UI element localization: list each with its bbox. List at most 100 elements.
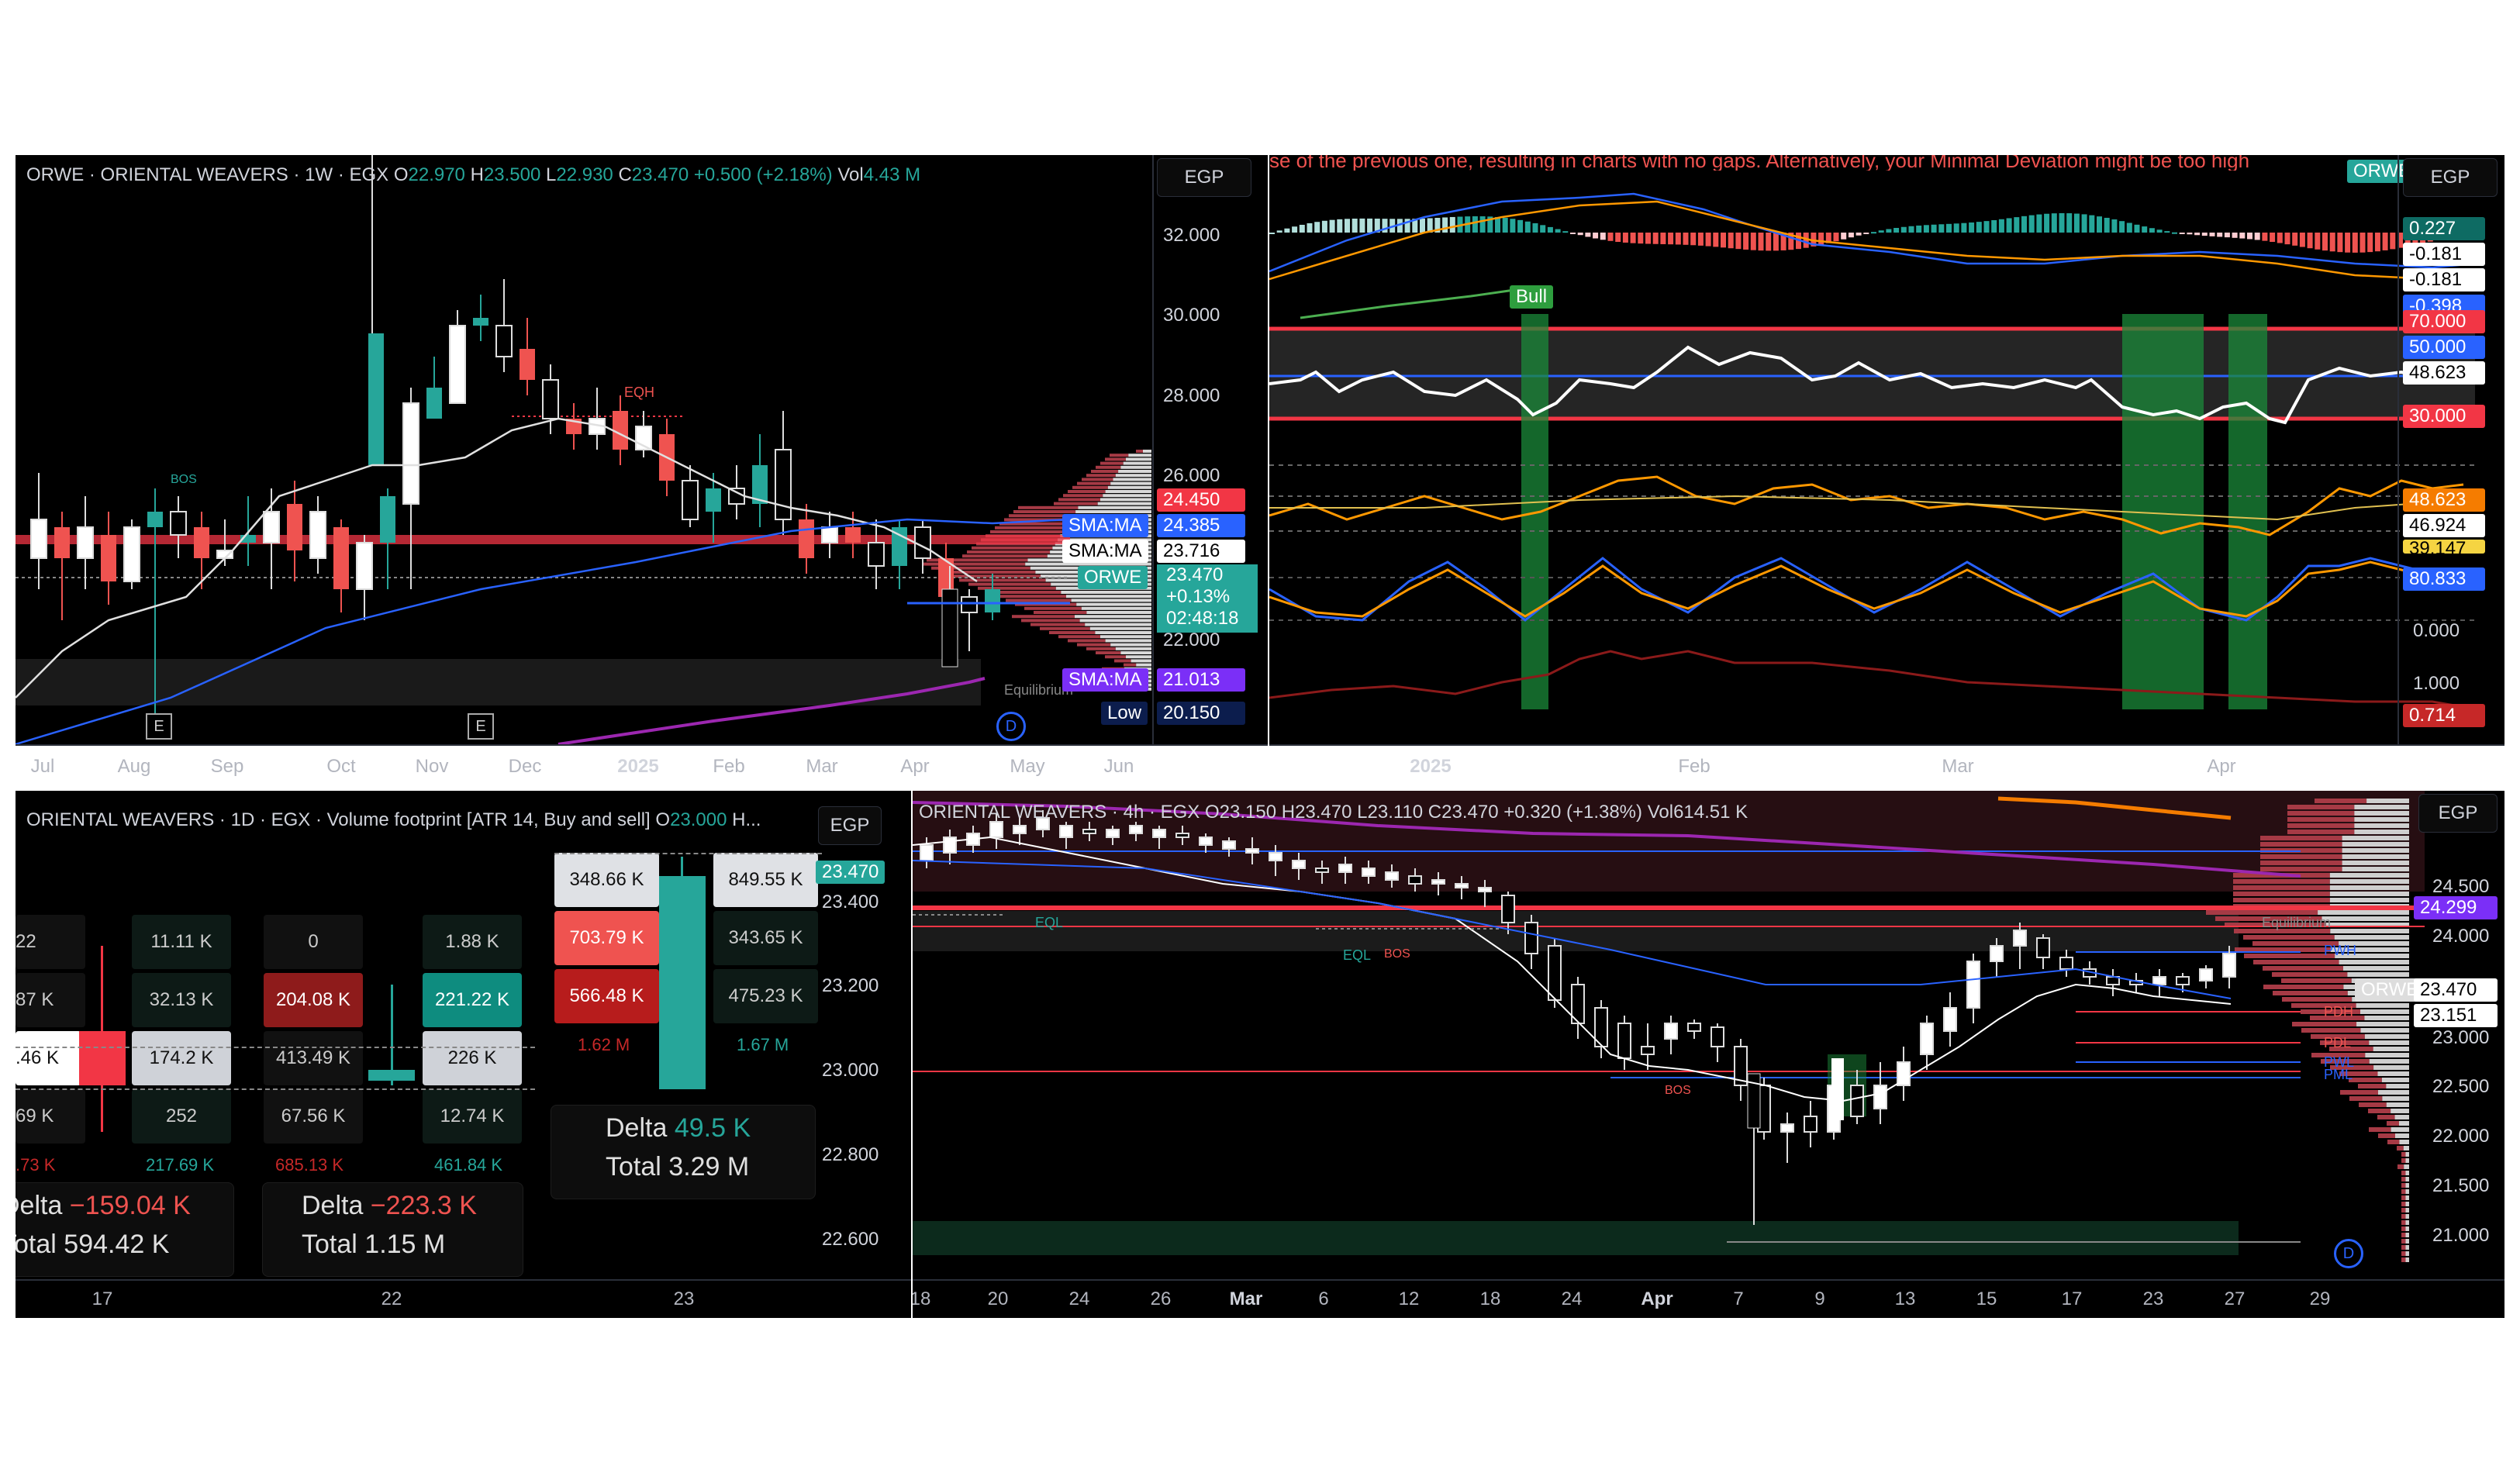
candle <box>1385 871 1399 881</box>
equilibrium-label: Equilibrium <box>2262 915 2332 930</box>
oscillator-canvas[interactable] <box>1269 155 2504 744</box>
currency-button[interactable]: EGP <box>818 806 882 845</box>
sma-blue <box>16 518 1071 744</box>
low-tag-name: Low <box>1101 702 1148 725</box>
sma-tag-name: SMA:MA <box>1062 514 1148 537</box>
fp-buy-cell: 12.74 K <box>423 1089 522 1144</box>
bos-label: BOS <box>1384 947 1410 961</box>
price-level: 24.000 <box>2432 926 2490 947</box>
fp-buy-total: 461.84 K <box>434 1155 503 1175</box>
candle <box>1245 848 1259 854</box>
x-label: 23 <box>2142 1288 2164 1309</box>
symbol-title[interactable]: ORIENTAL WEAVERS · 4h · EGX <box>919 802 1200 823</box>
x-label: Jun <box>1103 756 1134 777</box>
x-label: 2025 <box>617 756 659 777</box>
candle <box>2036 937 2050 958</box>
x-label: Nov <box>415 756 449 777</box>
dividend-marker[interactable]: D <box>996 712 1026 741</box>
candle <box>1106 829 1120 838</box>
candle <box>1710 1026 1724 1047</box>
sma-tag-value: 23.716 <box>1157 540 1245 563</box>
h4-chart-canvas[interactable] <box>913 791 2504 1318</box>
candle <box>1199 837 1213 846</box>
eql-label: EQL <box>1343 947 1372 963</box>
candle <box>1082 829 1096 834</box>
candle <box>30 519 47 559</box>
fp-buy-cell: 174.2 K <box>132 1031 231 1085</box>
currency-button[interactable]: EGP <box>2418 794 2498 833</box>
x-label: Aug <box>117 756 151 777</box>
fp-sell-cell: 87 K <box>16 973 85 1027</box>
symbol-title[interactable]: ORIENTAL WEAVERS · 1D · EGX · Volume foo… <box>26 809 651 830</box>
x-label: 12 <box>1398 1288 1420 1309</box>
fp-buy-total: 1.67 M <box>737 1035 789 1054</box>
x-label: 18 <box>1479 1288 1501 1309</box>
dividend-marker[interactable]: D <box>2334 1239 2363 1268</box>
price-level: 22.000 <box>2432 1126 2490 1147</box>
osc-tag: 48.623 <box>2403 488 2485 512</box>
x-label: 26 <box>1150 1288 1172 1309</box>
candle <box>473 318 488 326</box>
candle <box>868 542 885 567</box>
osc-tag: -0.181 <box>2403 243 2485 266</box>
currency-button[interactable]: EGP <box>2403 158 2498 197</box>
candle <box>775 449 792 520</box>
candle <box>368 333 384 465</box>
fp-sell-total: 685.13 K <box>275 1155 344 1175</box>
candle <box>920 844 934 861</box>
candle <box>2176 976 2190 985</box>
last-price-tag: 23.470 +0.13% 02:48:18 <box>1157 564 1258 633</box>
low-tag-value: 20.150 <box>1157 702 1245 725</box>
osc-level: 0.000 <box>2413 620 2460 641</box>
candle <box>1850 1085 1864 1117</box>
candle <box>799 519 814 558</box>
earnings-marker[interactable]: E <box>468 713 494 740</box>
earnings-marker[interactable]: E <box>146 713 172 740</box>
last-price-tag: 23.470 <box>2414 978 2498 1002</box>
price-level: 23.200 <box>822 975 879 996</box>
price-level: 23.400 <box>822 892 879 912</box>
sma-tag-name: SMA:MA <box>1062 668 1148 692</box>
fp-sell-cell: 67.56 K <box>264 1089 363 1144</box>
x-label: Mar <box>1229 1288 1263 1309</box>
rsi-upper-tag: 70.000 <box>2403 310 2485 333</box>
bull-label: Bull <box>1510 285 1554 309</box>
x-label: 17 <box>91 1288 113 1309</box>
fp-sell-total: .73 K <box>16 1155 56 1175</box>
rsi-middle-tag: 50.000 <box>2403 336 2485 359</box>
symbol-title[interactable]: ORWE · ORIENTAL WEAVERS · 1W · EGX <box>26 164 388 185</box>
x-label: 9 <box>1814 1288 1825 1309</box>
fp-buy-total: 217.69 K <box>146 1155 215 1175</box>
fp-buy-cell: 1.88 K <box>423 915 522 969</box>
fp-sell-cell: 348.66 K <box>554 853 659 907</box>
fp-buy-cell: 475.23 K <box>713 969 818 1023</box>
h4-chart-panel[interactable]: ORIENTAL WEAVERS · 4h · EGX O23.150 H23.… <box>913 791 2504 1318</box>
candle <box>706 488 721 512</box>
oscillator-panel[interactable]: se of the previous one, resulting in cha… <box>1269 155 2504 744</box>
weekly-chart-panel[interactable]: ORWE · ORIENTAL WEAVERS · 1W · EGX O22.9… <box>16 155 1268 744</box>
eql-label: EQL <box>1035 915 1064 930</box>
candle <box>1831 1058 1844 1120</box>
footprint-panel[interactable]: ORIENTAL WEAVERS · 1D · EGX · Volume foo… <box>16 791 911 1318</box>
osc-tag: 39.147 <box>2403 540 2485 554</box>
candle <box>821 526 838 543</box>
candle <box>1408 875 1422 885</box>
price-level: 22.000 <box>1163 630 1220 650</box>
candle <box>147 512 163 527</box>
rsi-lower-tag: 30.000 <box>2403 405 2485 428</box>
candle <box>1990 945 2004 962</box>
x-label: Mar <box>1942 756 1974 777</box>
candle <box>845 527 861 543</box>
candle <box>1013 825 1027 834</box>
candle <box>356 542 373 590</box>
candle <box>914 526 931 559</box>
currency-button[interactable]: EGP <box>1157 158 1251 197</box>
x-label: Feb <box>1678 756 1710 777</box>
candle <box>728 488 745 505</box>
x-label: 29 <box>2309 1288 2331 1309</box>
candle <box>1943 1007 1957 1032</box>
candle <box>1501 895 1515 923</box>
candle <box>1548 945 1562 1001</box>
weekly-chart-canvas[interactable] <box>16 155 1268 744</box>
price-level: 30.000 <box>1163 305 1220 326</box>
